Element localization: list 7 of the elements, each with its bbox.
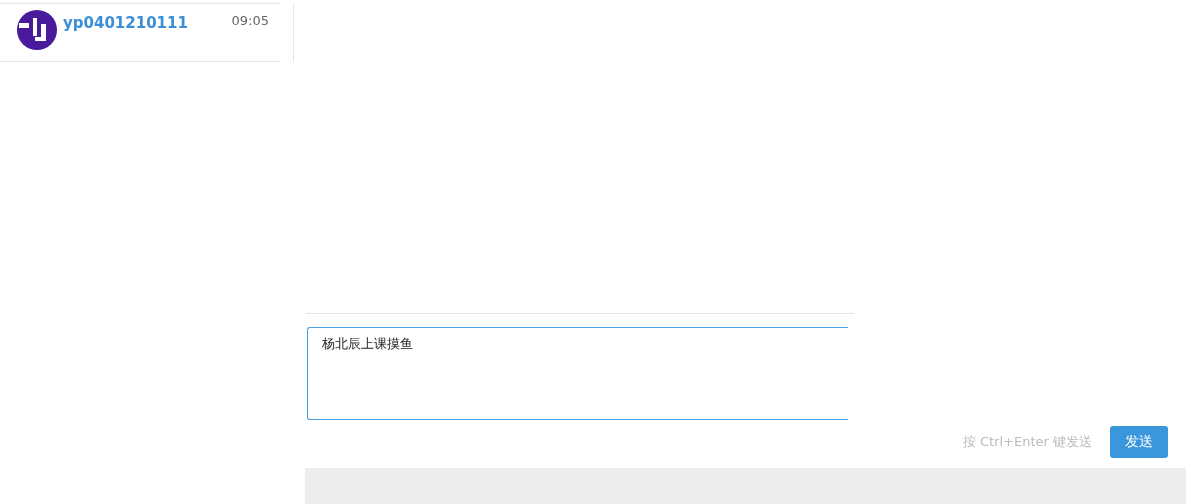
conversation-item[interactable]: yp0401210111 09:05 — [0, 3, 281, 62]
avatar-icon — [17, 10, 57, 50]
message-time: 09:05 — [231, 13, 269, 28]
send-hint: 按 Ctrl+Enter 键发送 — [962, 433, 1092, 451]
contact-name: yp0401210111 — [63, 14, 189, 32]
send-button[interactable]: 发送 — [1110, 426, 1168, 458]
message-input[interactable]: 杨北辰上课摸鱼 — [307, 327, 848, 420]
